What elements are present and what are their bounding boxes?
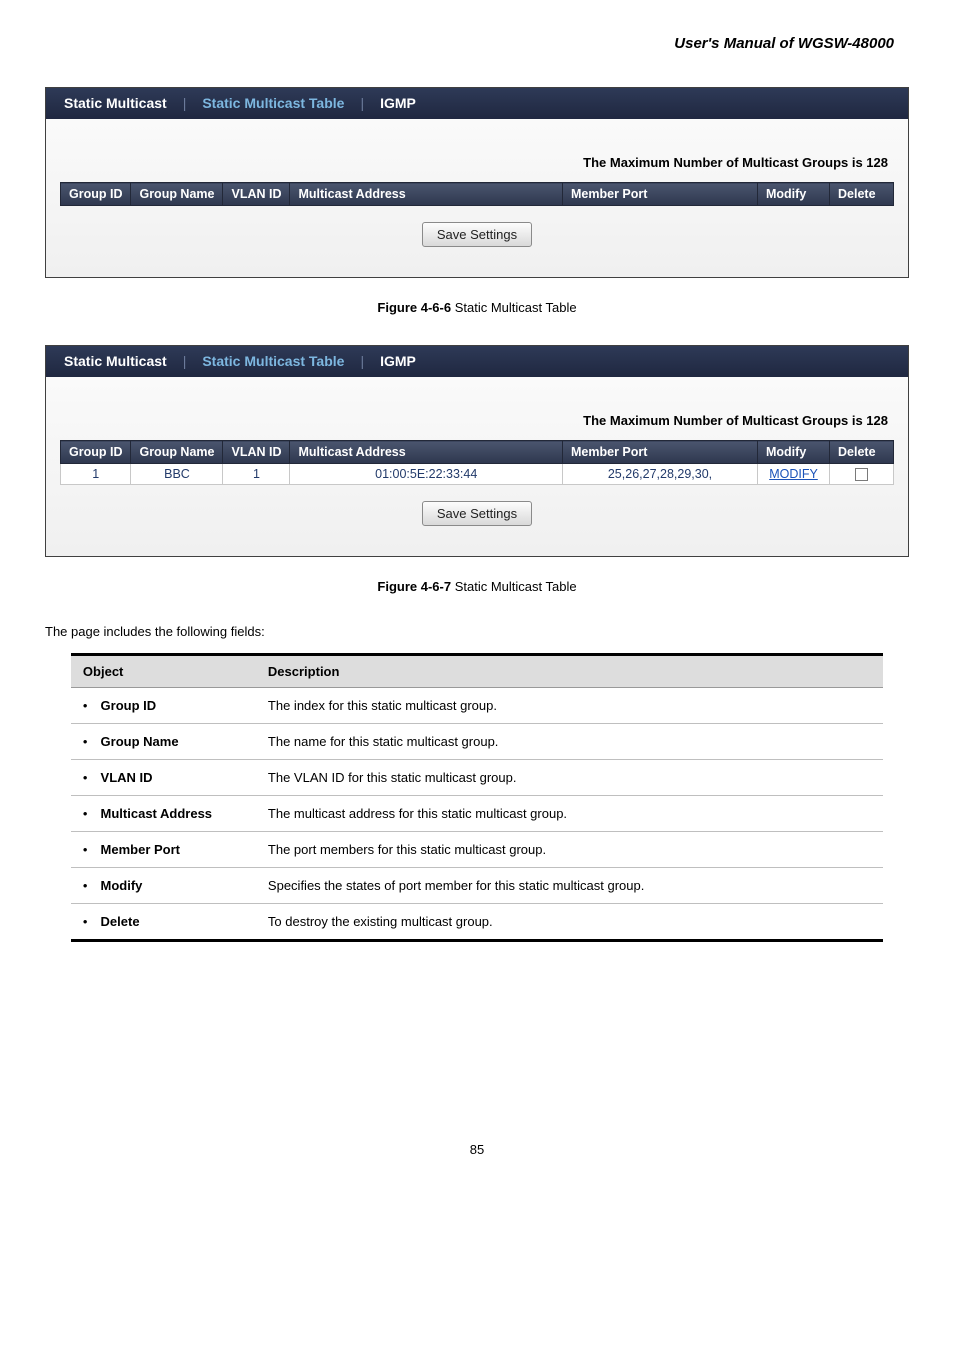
panel-static-multicast-filled: Static Multicast | Static Multicast Tabl… — [45, 345, 909, 557]
cell-vlan-id: 1 — [223, 464, 290, 485]
cell-mcast-addr: 01:00:5E:22:33:44 — [290, 464, 563, 485]
fields-intro: The page includes the following fields: — [45, 624, 909, 639]
th-multicast-address: Multicast Address — [290, 183, 563, 206]
tab-static-multicast-table[interactable]: Static Multicast Table — [196, 353, 350, 369]
table-row: • Member PortThe port members for this s… — [71, 832, 883, 868]
save-settings-button[interactable]: Save Settings — [422, 222, 532, 247]
page-title: User's Manual of WGSW-48000 — [45, 35, 909, 52]
table-row: • Group NameThe name for this static mul… — [71, 724, 883, 760]
panel-static-multicast-empty: Static Multicast | Static Multicast Tabl… — [45, 87, 909, 278]
th-delete: Delete — [830, 441, 894, 464]
field-object: • Modify — [71, 868, 256, 904]
th-member-port: Member Port — [563, 441, 758, 464]
cell-member-port: 25,26,27,28,29,30, — [563, 464, 758, 485]
th-member-port: Member Port — [563, 183, 758, 206]
field-description: The name for this static multicast group… — [256, 724, 883, 760]
max-groups-msg: The Maximum Number of Multicast Groups i… — [60, 413, 894, 428]
th-group-id: Group ID — [61, 183, 131, 206]
th-vlan-id: VLAN ID — [223, 441, 290, 464]
table-row: • DeleteTo destroy the existing multicas… — [71, 904, 883, 941]
multicast-table: Group ID Group Name VLAN ID Multicast Ad… — [60, 440, 894, 485]
field-object: • Member Port — [71, 832, 256, 868]
th-modify: Modify — [758, 441, 830, 464]
field-object: • Group ID — [71, 688, 256, 724]
delete-cell — [830, 464, 894, 485]
th-description: Description — [256, 655, 883, 688]
max-groups-msg: The Maximum Number of Multicast Groups i… — [60, 155, 894, 170]
figure-caption-467: Figure 4-6-7 Static Multicast Table — [45, 579, 909, 594]
tab-static-multicast[interactable]: Static Multicast — [58, 353, 173, 369]
tab-igmp[interactable]: IGMP — [374, 95, 422, 111]
figure-caption-466-bold: Figure 4-6-6 — [377, 300, 451, 315]
th-object: Object — [71, 655, 256, 688]
figure-caption-467-bold: Figure 4-6-7 — [377, 579, 451, 594]
tab-separator: | — [360, 353, 364, 369]
save-settings-button[interactable]: Save Settings — [422, 501, 532, 526]
table-header-row: Group ID Group Name VLAN ID Multicast Ad… — [61, 183, 894, 206]
page-number: 85 — [45, 1142, 909, 1157]
tab-igmp[interactable]: IGMP — [374, 353, 422, 369]
th-delete: Delete — [830, 183, 894, 206]
figure-caption-466-rest: Static Multicast Table — [451, 300, 576, 315]
field-description: The index for this static multicast grou… — [256, 688, 883, 724]
figure-caption-466: Figure 4-6-6 Static Multicast Table — [45, 300, 909, 315]
tab-static-multicast-table[interactable]: Static Multicast Table — [196, 95, 350, 111]
figure-caption-467-rest: Static Multicast Table — [451, 579, 576, 594]
th-group-name: Group Name — [131, 441, 223, 464]
field-description: To destroy the existing multicast group. — [256, 904, 883, 941]
th-group-name: Group Name — [131, 183, 223, 206]
table-row: 1 BBC 1 01:00:5E:22:33:44 25,26,27,28,29… — [61, 464, 894, 485]
cell-group-id: 1 — [61, 464, 131, 485]
th-multicast-address: Multicast Address — [290, 441, 563, 464]
panel-body: The Maximum Number of Multicast Groups i… — [46, 119, 908, 277]
field-description: The port members for this static multica… — [256, 832, 883, 868]
multicast-table: Group ID Group Name VLAN ID Multicast Ad… — [60, 182, 894, 206]
field-object: • VLAN ID — [71, 760, 256, 796]
th-vlan-id: VLAN ID — [223, 183, 290, 206]
field-description: The VLAN ID for this static multicast gr… — [256, 760, 883, 796]
tab-static-multicast[interactable]: Static Multicast — [58, 95, 173, 111]
fields-table: Object Description • Group IDThe index f… — [71, 653, 883, 942]
tab-separator: | — [183, 353, 187, 369]
table-row: • Group IDThe index for this static mult… — [71, 688, 883, 724]
tab-bar: Static Multicast | Static Multicast Tabl… — [46, 88, 908, 119]
table-row: • VLAN IDThe VLAN ID for this static mul… — [71, 760, 883, 796]
tab-separator: | — [183, 95, 187, 111]
th-group-id: Group ID — [61, 441, 131, 464]
panel-body: The Maximum Number of Multicast Groups i… — [46, 377, 908, 556]
table-row: • ModifySpecifies the states of port mem… — [71, 868, 883, 904]
table-row: • Multicast AddressThe multicast address… — [71, 796, 883, 832]
delete-checkbox[interactable] — [855, 468, 868, 481]
cell-group-name: BBC — [131, 464, 223, 485]
field-object: • Multicast Address — [71, 796, 256, 832]
th-modify: Modify — [758, 183, 830, 206]
field-object: • Delete — [71, 904, 256, 941]
tab-separator: | — [360, 95, 364, 111]
field-object: • Group Name — [71, 724, 256, 760]
modify-link[interactable]: MODIFY — [758, 464, 830, 485]
field-description: The multicast address for this static mu… — [256, 796, 883, 832]
tab-bar: Static Multicast | Static Multicast Tabl… — [46, 346, 908, 377]
table-header-row: Group ID Group Name VLAN ID Multicast Ad… — [61, 441, 894, 464]
field-description: Specifies the states of port member for … — [256, 868, 883, 904]
